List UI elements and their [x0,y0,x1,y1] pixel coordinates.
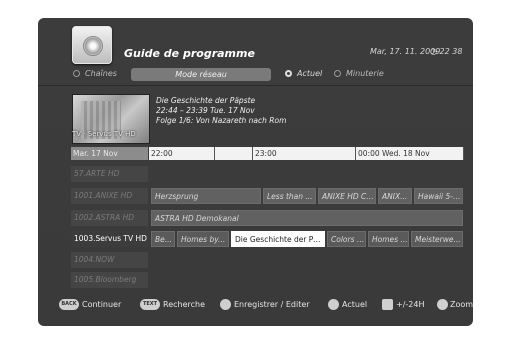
program-cell[interactable]: Colors i... [327,231,366,247]
divider [38,85,473,86]
preview-channel-label: TV · Servus TV HD [72,130,136,138]
time-tick [463,147,466,160]
epg-screen: Guide de programme Mar, 17. 11. 2009 ◷ 2… [38,18,473,326]
clock-icon: ◷ [430,47,437,56]
program-cell[interactable]: Hawaii 5-0... [414,188,463,204]
program-cell-focused[interactable]: Die Geschichte der Pä... [231,231,325,247]
footer-label-zoom: Zoom [450,300,473,309]
program-cell[interactable]: ASTRA HD Demokanal [151,210,463,226]
footer-label-actuel: Actuel [342,300,368,309]
time-tick: 23:00 [252,147,355,160]
time-tick: 22:00 [151,149,173,158]
disc-shape [83,36,103,56]
channel-row-label-selected[interactable]: 1003.Servus TV HD [71,231,148,247]
time-tick [214,147,252,160]
channel-row-label[interactable]: 57.ARTE HD [71,166,148,182]
text-key-icon[interactable]: TEXT [140,299,160,310]
program-time: 22:44 – 23:39 Tue. 17 Nov [156,106,255,115]
footer-label-continuer: Continuer [82,300,122,309]
tab-actuel[interactable]: Actuel [297,69,322,78]
actuel-key-icon[interactable] [328,299,339,310]
record-key-icon[interactable] [220,299,231,310]
channel-row-label[interactable]: 1002.ASTRA HD [71,210,148,226]
current-time: ◷ 22 38 [430,47,462,56]
radio-icon[interactable] [73,70,80,77]
channel-row-label[interactable]: 1005.Bloomberg [71,272,148,288]
program-cell[interactable]: ANIX... [378,188,412,204]
program-cell[interactable]: ANIXE HD Cl... [318,188,376,204]
zoom-key-icon[interactable] [437,299,448,310]
channel-row-label[interactable]: 1001.ANIXE HD [71,188,148,204]
program-episode: Folge 1/6: Von Nazareth nach Rom [156,116,287,125]
radio-icon[interactable] [334,70,341,77]
footer-legend: BACK Continuer TEXT Recherche Enregistre… [38,298,473,314]
timeline-date: Mar. 17 Nov [71,147,148,160]
page-title: Guide de programme [124,47,255,60]
program-cell[interactable]: Homes ... [368,231,409,247]
program-info: Die Geschichte der Päpste 22:44 – 23:39 … [156,96,286,126]
program-cell[interactable]: Less than ... [263,188,316,204]
timeline-bar: Mar. 17 Nov 22:00 23:00 00:00 Wed. 18 No… [71,147,466,160]
tab-minuterie[interactable]: Minuterie [346,69,384,78]
footer-label-24h: +/-24H [396,300,425,309]
footer-label-recherche: Recherche [163,300,206,309]
back-key-icon[interactable]: BACK [59,299,79,310]
program-cell[interactable]: Be... [151,231,175,247]
tab-bar: Chaînes Mode réseau Actuel Minuterie [38,68,473,82]
channel-row-label[interactable]: 1004.NOW [71,252,148,268]
page-key-icon[interactable] [382,299,393,310]
clock-value: 22 38 [439,47,463,56]
program-cell[interactable]: Herzsprung [151,188,261,204]
tab-mode-reseau[interactable]: Mode réseau [131,68,271,81]
epg-disc-icon [72,26,112,64]
footer-label-enregistrer: Enregistrer / Editer [234,300,310,309]
program-cell[interactable]: Meisterwe... [411,231,463,247]
tab-chaines[interactable]: Chaînes [85,69,117,78]
time-tick: 00:00 Wed. 18 Nov [355,147,463,160]
radio-icon[interactable] [285,70,292,77]
timeline-scale: 22:00 23:00 00:00 Wed. 18 Nov [149,147,466,160]
program-cell[interactable]: Homes by... [177,231,229,247]
program-title: Die Geschichte der Päpste [156,96,256,105]
